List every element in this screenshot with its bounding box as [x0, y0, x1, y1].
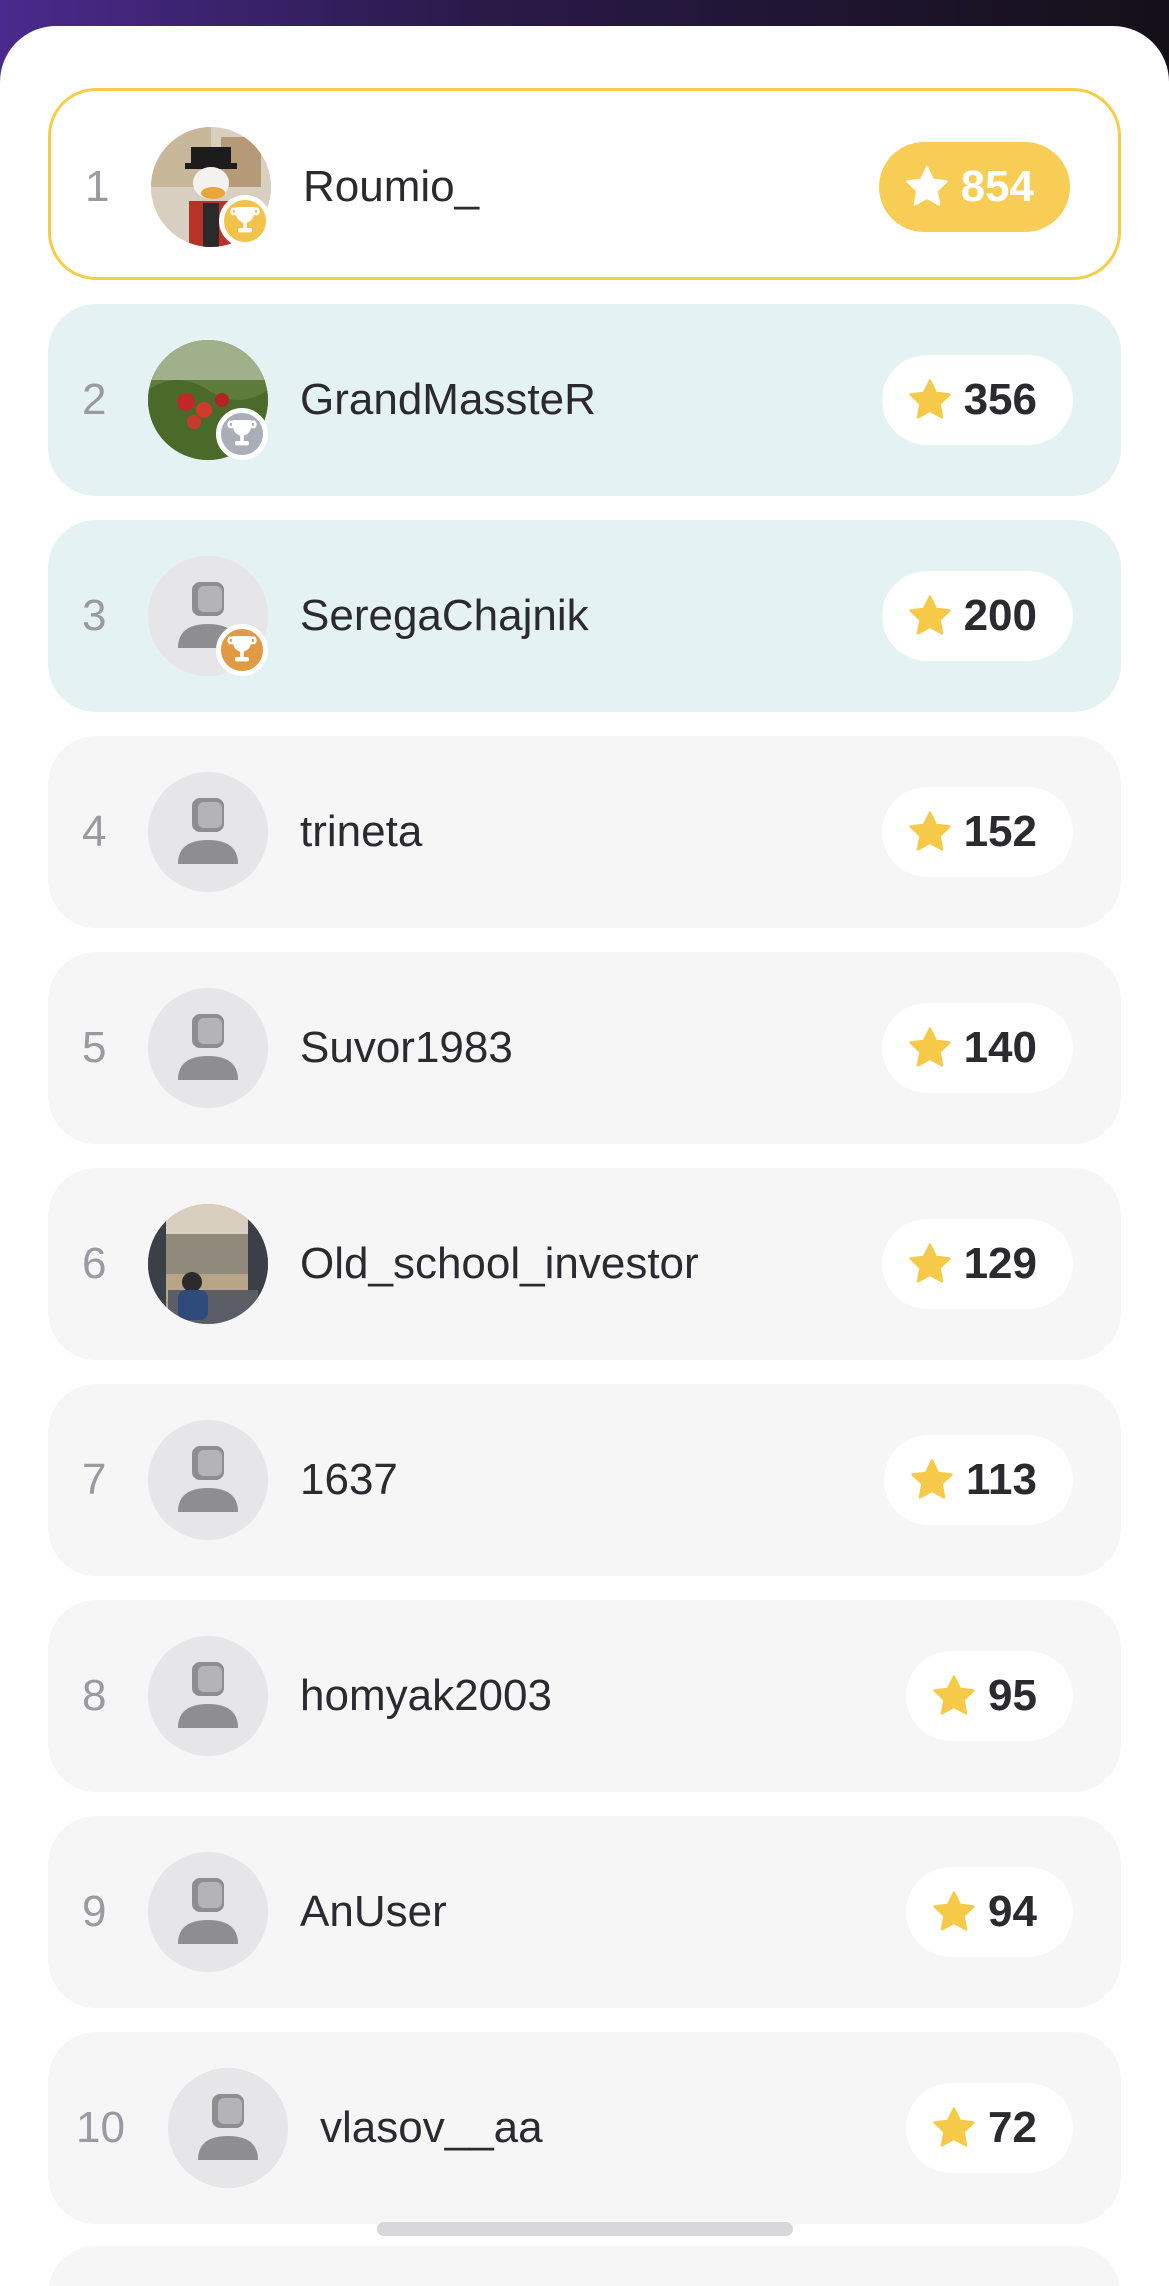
score-badge: 854 — [878, 142, 1070, 232]
user-icon[interactable] — [148, 1636, 268, 1756]
star-icon — [908, 379, 951, 419]
rank-number: 2 — [82, 375, 107, 424]
rank-number: 4 — [82, 807, 107, 856]
rank-number: 5 — [82, 1023, 107, 1072]
score-value: 94 — [988, 1887, 1037, 1936]
username: homyak2003 — [300, 1671, 552, 1720]
score-badge: 140 — [881, 1003, 1073, 1093]
rank-number: 8 — [82, 1671, 107, 1720]
username: SeregaChajnik — [300, 591, 589, 640]
leaderboard-row-partial — [48, 2246, 1121, 2286]
leaderboard-row[interactable]: 9 AnUser 94 — [48, 1816, 1121, 2008]
star-icon — [933, 2107, 975, 2147]
leaderboard-row[interactable]: 1 Roumio_ 854 — [48, 88, 1121, 280]
score-badge: 113 — [884, 1435, 1073, 1525]
score-value: 854 — [960, 162, 1034, 211]
rank-number: 7 — [82, 1455, 107, 1504]
username: GrandMassteR — [300, 375, 596, 424]
score-value: 140 — [963, 1023, 1037, 1072]
score-value: 200 — [963, 591, 1037, 640]
user-icon[interactable] — [168, 2068, 288, 2188]
star-icon — [908, 595, 951, 635]
username: vlasov__aa — [320, 2103, 543, 2152]
score-value: 72 — [988, 2103, 1037, 2152]
leaderboard-row[interactable]: 8 homyak2003 95 — [48, 1600, 1121, 1792]
score-badge: 200 — [881, 571, 1073, 661]
trophy-icon — [216, 408, 268, 460]
leaderboard-row[interactable]: 7 1637 113 — [48, 1384, 1121, 1576]
rank-number: 1 — [85, 162, 110, 211]
user-icon[interactable] — [148, 988, 268, 1108]
star-icon — [908, 811, 951, 851]
leaderboard-row[interactable]: 3 SeregaChajnik 200 — [48, 520, 1121, 712]
score-value: 129 — [963, 1239, 1037, 1288]
score-badge: 152 — [881, 787, 1073, 877]
username: trineta — [300, 807, 423, 856]
score-badge: 129 — [881, 1219, 1073, 1309]
rank-number: 9 — [82, 1887, 107, 1936]
leaderboard-row[interactable]: 4 trineta 152 — [48, 736, 1121, 928]
leaderboard-row[interactable]: 5 Suvor1983 140 — [48, 952, 1121, 1144]
rank-number: 10 — [76, 2103, 125, 2152]
trophy-icon — [216, 624, 268, 676]
user-icon[interactable] — [148, 772, 268, 892]
avatar[interactable] — [148, 1204, 268, 1324]
score-badge: 95 — [906, 1651, 1073, 1741]
star-icon — [908, 1243, 951, 1283]
rank-number: 3 — [82, 591, 107, 640]
user-icon[interactable] — [148, 1852, 268, 1972]
username: 1637 — [300, 1455, 398, 1504]
star-icon — [905, 166, 948, 206]
trophy-icon — [219, 195, 271, 247]
score-value: 113 — [966, 1455, 1037, 1504]
user-icon[interactable] — [148, 1420, 268, 1540]
leaderboard-sheet: 1 Roumio_ 854 2 GrandMassteR 356 3 SeregaChajni… — [0, 26, 1169, 2286]
username: Suvor1983 — [300, 1023, 513, 1072]
username: Old_school_investor — [300, 1239, 699, 1288]
score-badge: 94 — [906, 1867, 1073, 1957]
home-indicator — [377, 2222, 793, 2236]
rank-number: 6 — [82, 1239, 107, 1288]
star-icon — [908, 1027, 951, 1067]
score-value: 95 — [988, 1671, 1037, 1720]
username: AnUser — [300, 1887, 447, 1936]
leaderboard-row[interactable]: 2 GrandMassteR 356 — [48, 304, 1121, 496]
score-value: 356 — [963, 375, 1037, 424]
star-icon — [933, 1891, 975, 1931]
star-icon — [933, 1675, 975, 1715]
leaderboard-row[interactable]: 10 vlasov__aa 72 — [48, 2032, 1121, 2224]
leaderboard-row[interactable]: 6 Old_school_investor 129 — [48, 1168, 1121, 1360]
username: Roumio_ — [303, 162, 480, 211]
star-icon — [911, 1459, 953, 1499]
score-badge: 356 — [881, 355, 1073, 445]
score-value: 152 — [963, 807, 1037, 856]
score-badge: 72 — [906, 2083, 1073, 2173]
